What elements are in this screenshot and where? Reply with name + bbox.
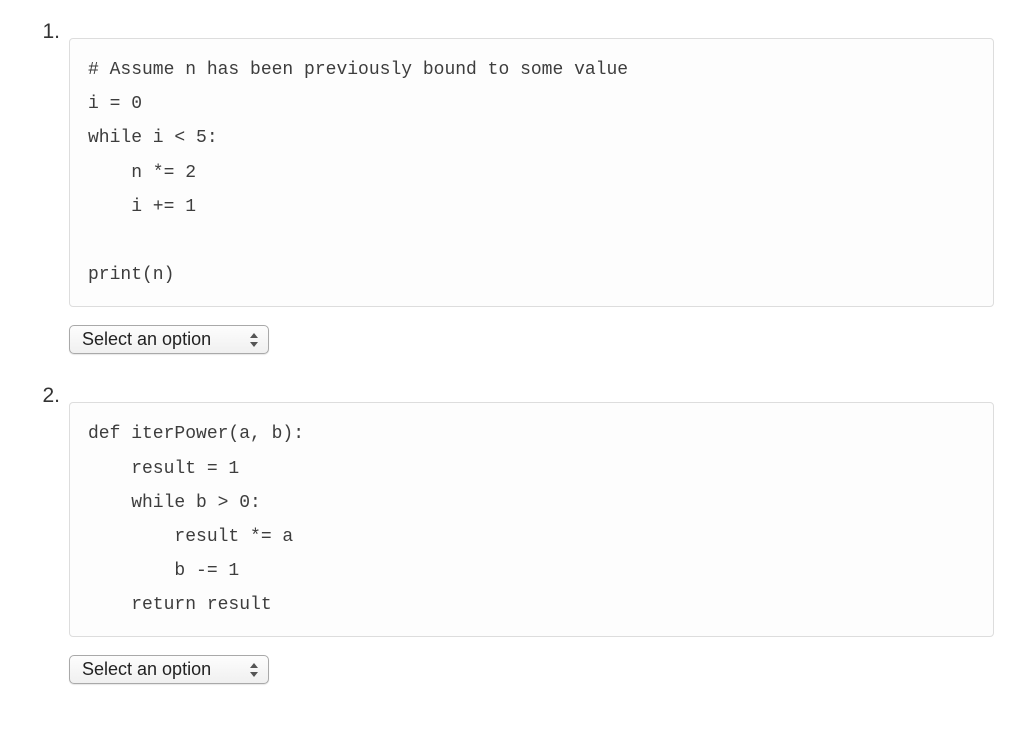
question-body: # Assume n has been previously bound to … <box>55 20 994 354</box>
code-block: def iterPower(a, b): result = 1 while b … <box>69 402 994 637</box>
question-1: 1. # Assume n has been previously bound … <box>30 20 994 354</box>
question-body: def iterPower(a, b): result = 1 while b … <box>55 384 994 684</box>
chevron-updown-icon <box>248 333 260 347</box>
question-2: 2. def iterPower(a, b): result = 1 while… <box>30 384 994 684</box>
answer-select[interactable]: Select an option <box>69 325 269 354</box>
select-placeholder-text: Select an option <box>82 329 211 350</box>
code-block: # Assume n has been previously bound to … <box>69 38 994 307</box>
